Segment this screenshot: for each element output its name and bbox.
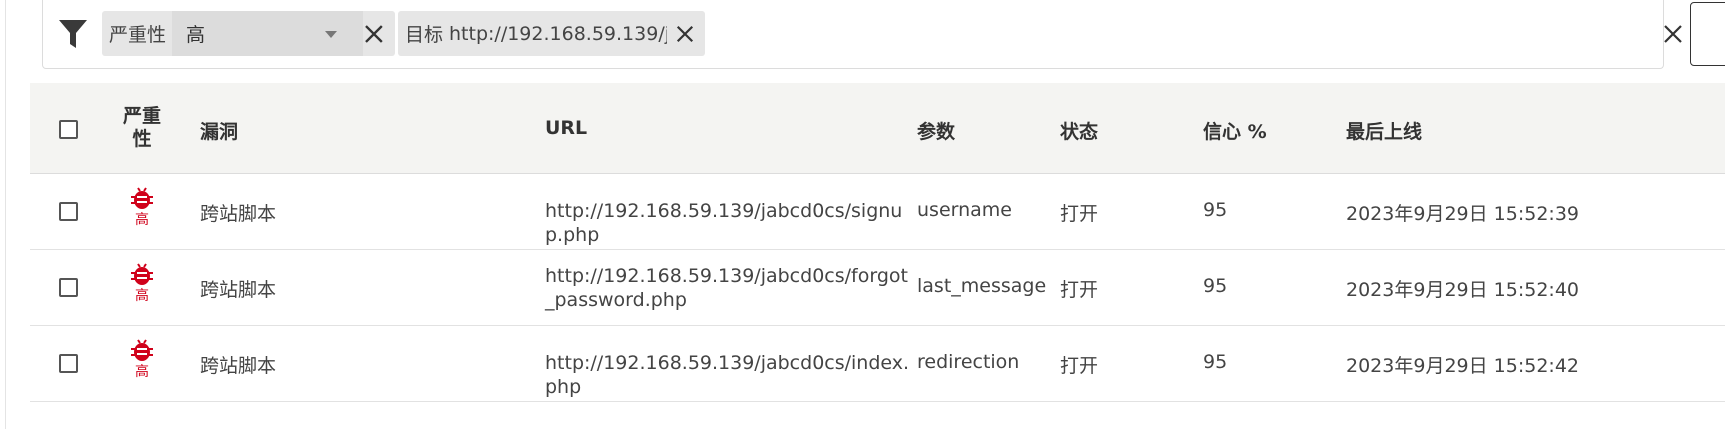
- select-all-checkbox[interactable]: [59, 120, 78, 139]
- panel-border: [5, 0, 6, 429]
- bug-icon: [131, 263, 153, 285]
- vulnerability-status: 打开: [1060, 279, 1099, 301]
- vulnerability-confidence: 95: [1203, 351, 1228, 373]
- table-row[interactable]: 高 跨站脚本 http://192.168.59.139/jabcd0cs/in…: [30, 326, 1725, 402]
- row-checkbox[interactable]: [59, 202, 78, 221]
- vulnerability-name[interactable]: 跨站脚本: [200, 351, 276, 378]
- vulnerability-confidence: 95: [1203, 275, 1228, 297]
- severity-indicator: 高: [122, 262, 162, 304]
- vulnerability-last-seen: 2023年9月29日 15:52:42: [1346, 355, 1579, 377]
- table-row[interactable]: 高 跨站脚本 http://192.168.59.139/jabcd0cs/fo…: [30, 250, 1725, 326]
- vulnerability-url[interactable]: http://192.168.59.139/jabcd0cs/signup.ph…: [545, 199, 915, 247]
- vulnerability-status: 打开: [1060, 203, 1099, 225]
- bug-icon: [131, 187, 153, 209]
- vulnerability-last-seen: 2023年9月29日 15:52:40: [1346, 279, 1579, 301]
- column-vulnerability[interactable]: 漏洞: [200, 117, 238, 144]
- filter-icon[interactable]: [58, 18, 88, 50]
- target-filter-value: http://192.168.59.139/ja...: [449, 22, 667, 45]
- vulnerability-table: 严重 性 漏洞 URL 参数 状态 信心 % 最后上线 高 跨站脚本 http:…: [30, 83, 1725, 402]
- caret-down-icon[interactable]: [325, 31, 338, 38]
- close-icon[interactable]: [675, 23, 695, 45]
- filter-bar: 严重性 高 目标 http://192.168.59.139/ja...: [42, 0, 1682, 69]
- vulnerability-last-seen: 2023年9月29日 15:52:39: [1346, 203, 1579, 225]
- vulnerability-url[interactable]: http://192.168.59.139/jabcd0cs/forgot_pa…: [545, 264, 915, 312]
- vulnerability-status: 打开: [1060, 355, 1099, 377]
- severity-label: 高: [135, 212, 149, 228]
- vulnerability-parameter: username: [917, 199, 1012, 221]
- clear-filters-icon[interactable]: [1663, 24, 1683, 44]
- close-icon[interactable]: [363, 23, 385, 45]
- severity-label: 高: [135, 364, 149, 380]
- target-filter-chip[interactable]: 目标 http://192.168.59.139/ja...: [398, 11, 705, 56]
- row-checkbox[interactable]: [59, 278, 78, 297]
- vulnerability-url[interactable]: http://192.168.59.139/jabcd0cs/index.php: [545, 351, 915, 399]
- vulnerability-parameter: redirection: [917, 351, 1020, 373]
- column-severity[interactable]: 严重 性: [117, 105, 167, 151]
- target-filter-label: 目标: [405, 24, 444, 46]
- vulnerability-parameter: last_message: [917, 275, 1047, 297]
- severity-filter-label: 严重性: [109, 24, 167, 46]
- vulnerability-name[interactable]: 跨站脚本: [200, 199, 276, 226]
- side-action-button[interactable]: [1690, 2, 1725, 66]
- bug-icon: [131, 339, 153, 361]
- severity-select-value: 高: [186, 24, 206, 46]
- column-status[interactable]: 状态: [1060, 117, 1098, 144]
- column-last-seen[interactable]: 最后上线: [1346, 117, 1422, 144]
- severity-filter-chip[interactable]: 严重性 高: [102, 11, 395, 56]
- column-confidence[interactable]: 信心 %: [1203, 117, 1267, 144]
- severity-select[interactable]: 高: [172, 11, 364, 56]
- column-url[interactable]: URL: [545, 117, 587, 139]
- table-header: 严重 性 漏洞 URL 参数 状态 信心 % 最后上线: [30, 83, 1725, 174]
- row-checkbox[interactable]: [59, 354, 78, 373]
- table-row[interactable]: 高 跨站脚本 http://192.168.59.139/jabcd0cs/si…: [30, 174, 1725, 250]
- severity-label: 高: [135, 288, 149, 304]
- severity-indicator: 高: [122, 186, 162, 228]
- column-parameter[interactable]: 参数: [917, 117, 955, 144]
- vulnerability-confidence: 95: [1203, 199, 1228, 221]
- severity-indicator: 高: [122, 338, 162, 380]
- vulnerability-name[interactable]: 跨站脚本: [200, 275, 276, 302]
